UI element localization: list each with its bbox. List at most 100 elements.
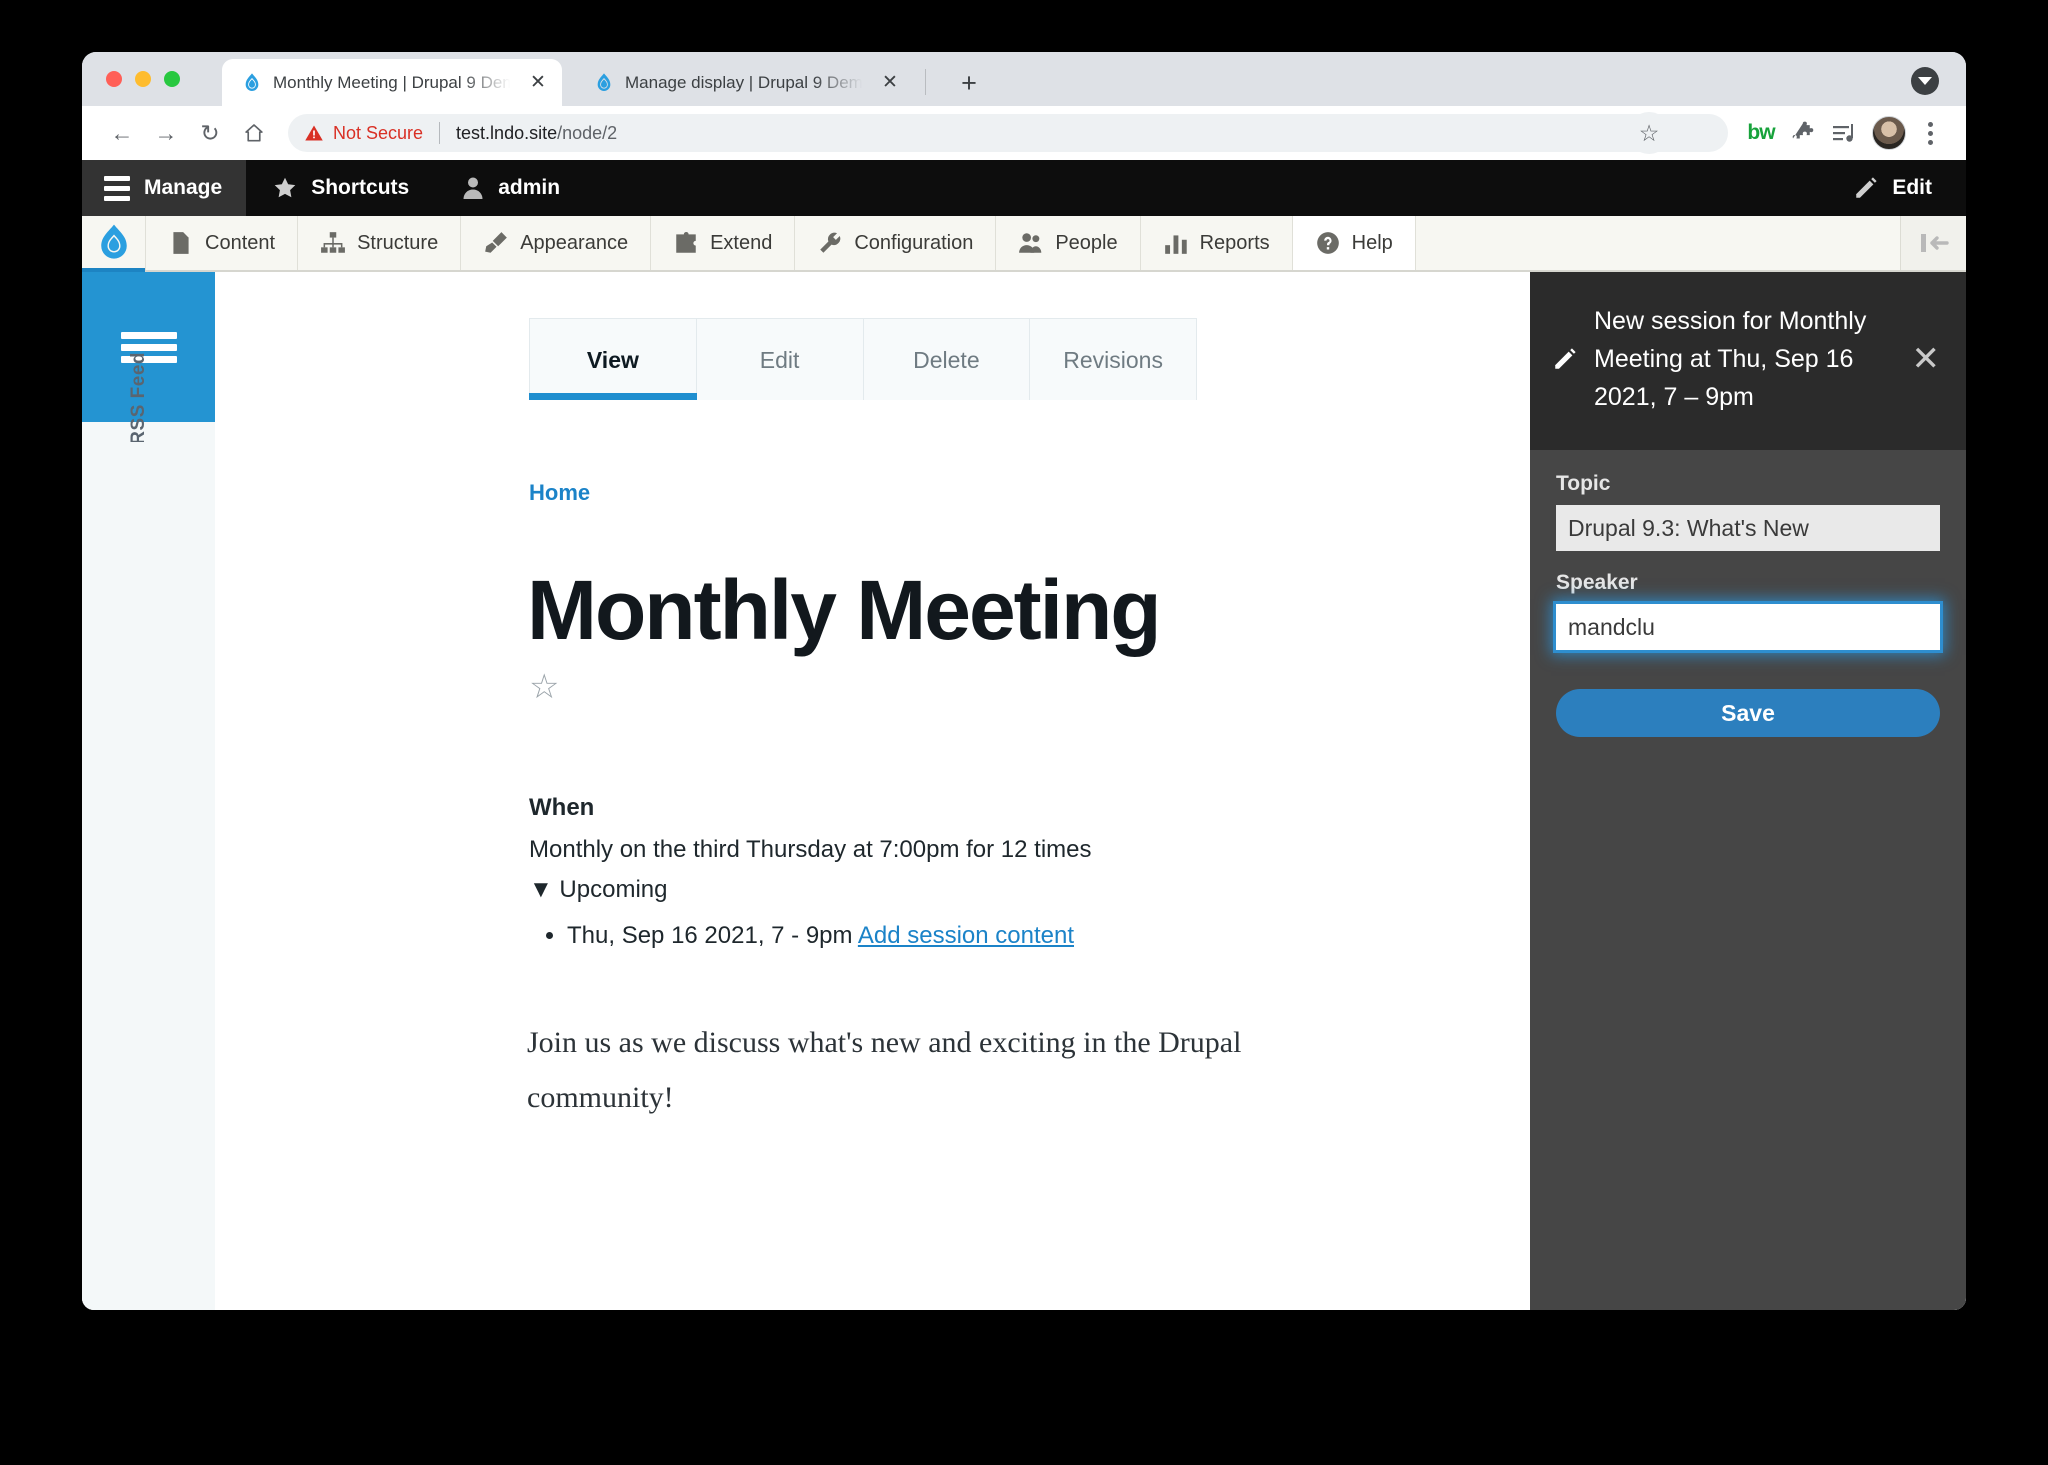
pencil-icon: [1856, 177, 1877, 198]
menu-dot: [1927, 121, 1933, 127]
flag-star-icon[interactable]: ☆: [529, 670, 1530, 704]
settings-tray-body: Topic Speaker Save: [1530, 450, 1966, 737]
drupal-drop-icon: [244, 71, 260, 92]
menu-item-extend[interactable]: Extend: [651, 216, 796, 270]
back-button[interactable]: ←: [100, 111, 144, 155]
drupal-drop-icon: [100, 224, 127, 259]
browser-window: Monthly Meeting | Drupal 9 Dem ✕ Manage …: [82, 52, 1966, 1310]
upcoming-list: Thu, Sep 16 2021, 7 - 9pm Add session co…: [567, 918, 1530, 954]
admin-shortcuts-tab[interactable]: Shortcuts: [246, 160, 435, 216]
admin-manage-tab[interactable]: Manage: [82, 160, 247, 216]
close-icon[interactable]: ✕: [1908, 342, 1945, 376]
sitemap-icon: [321, 232, 345, 253]
contextual-edit-button[interactable]: Edit: [1819, 160, 1966, 216]
reload-button[interactable]: ↻: [188, 111, 232, 155]
page-body: RSS Feed View Edit Delete Revisions Home…: [82, 272, 1966, 1310]
security-status-label: Not Secure: [333, 122, 424, 143]
puzzle-extensions-icon[interactable]: [1782, 112, 1824, 154]
bookmark-star-icon[interactable]: ☆: [1628, 112, 1670, 154]
wrench-icon: [820, 232, 841, 253]
menu-dot: [1927, 139, 1933, 145]
puzzle-icon: [1792, 121, 1814, 139]
drupal-drop-icon: [596, 71, 612, 92]
menu-item-help[interactable]: Help: [1292, 216, 1416, 270]
upcoming-toggle[interactable]: ▼ Upcoming: [529, 876, 1530, 904]
browser-tab-2[interactable]: Manage display | Drupal 9 Dem ✕: [574, 59, 914, 106]
puzzle-icon: [676, 231, 696, 253]
media-playlist-icon[interactable]: [1824, 112, 1866, 154]
browser-tab-2-title: Manage display | Drupal 9 Dem: [625, 72, 863, 92]
tab-view[interactable]: View: [529, 318, 697, 400]
maximize-window-button[interactable]: [164, 71, 180, 87]
tab-edit[interactable]: Edit: [696, 318, 864, 400]
settings-tray-title: New session for Monthly Meeting at Thu, …: [1594, 307, 1867, 411]
session-date: Thu, Sep 16 2021, 7 - 9pm: [567, 922, 853, 949]
question-circle-icon: [1316, 232, 1339, 254]
home-button[interactable]: [232, 111, 276, 155]
menu-item-structure[interactable]: Structure: [298, 216, 462, 270]
add-session-content-link[interactable]: Add session content: [858, 922, 1074, 949]
rss-feed-label[interactable]: RSS Feed: [128, 352, 150, 442]
menu-item-configuration-label: Configuration: [854, 231, 974, 254]
drupal-menu-bar: Content Structure Appearance Extend Conf…: [82, 216, 1966, 272]
breadcrumb[interactable]: Home: [529, 480, 1530, 506]
menu-item-reports-label: Reports: [1199, 231, 1270, 254]
omnibox-divider: [439, 122, 441, 144]
menu-item-help-label: Help: [1351, 231, 1393, 254]
home-icon: [245, 124, 263, 142]
menu-item-appearance-label: Appearance: [520, 231, 629, 254]
close-window-button[interactable]: [106, 71, 122, 87]
tab-search-icon[interactable]: [1911, 67, 1939, 95]
recurrence-text: Monthly on the third Thursday at 7:00pm …: [529, 836, 1092, 863]
main-content: View Edit Delete Revisions Home Monthly …: [215, 272, 1530, 1310]
address-bar[interactable]: Not Secure test.lndo.site/node/2: [288, 114, 1728, 152]
admin-manage-label: Manage: [144, 176, 223, 199]
menu-item-people[interactable]: People: [996, 216, 1141, 270]
menu-item-people-label: People: [1055, 231, 1118, 254]
menu-item-reports[interactable]: Reports: [1141, 216, 1293, 270]
browser-tab-1[interactable]: Monthly Meeting | Drupal 9 Dem ✕: [222, 59, 562, 106]
bar-chart-icon: [1164, 235, 1187, 254]
topic-label: Topic: [1556, 472, 1611, 495]
admin-account-label: admin: [498, 176, 561, 199]
browser-tab-2-close-icon[interactable]: ✕: [878, 71, 902, 95]
tab-revisions[interactable]: Revisions: [1030, 318, 1197, 400]
left-rail: RSS Feed: [82, 272, 215, 1310]
tab-separator: [925, 69, 926, 95]
playlist-icon: [1833, 124, 1853, 142]
forward-button[interactable]: →: [144, 111, 188, 155]
settings-tray-header: New session for Monthly Meeting at Thu, …: [1530, 272, 1966, 450]
hamburger-icon: [104, 175, 130, 201]
admin-account-tab[interactable]: admin: [435, 160, 586, 216]
drupal-logo[interactable]: [82, 216, 146, 272]
browser-tab-1-title: Monthly Meeting | Drupal 9 Dem: [273, 72, 515, 92]
warning-triangle-icon: [305, 125, 323, 141]
tab-delete[interactable]: Delete: [863, 318, 1031, 400]
minimize-window-button[interactable]: [135, 71, 151, 87]
page-title: Monthly Meeting: [527, 563, 1162, 657]
url-path: /node/2: [557, 122, 618, 143]
browser-tab-1-close-icon[interactable]: ✕: [526, 71, 550, 95]
star-icon: [274, 177, 296, 198]
file-icon: [173, 232, 189, 254]
menu-item-configuration[interactable]: Configuration: [795, 216, 997, 270]
chrome-menu-button[interactable]: [1912, 121, 1948, 145]
list-item: Thu, Sep 16 2021, 7 - 9pm Add session co…: [567, 918, 1530, 954]
security-status[interactable]: Not Secure: [304, 123, 423, 144]
collapse-left-icon: [1920, 234, 1949, 252]
menu-item-extend-label: Extend: [710, 231, 773, 254]
new-tab-button[interactable]: +: [952, 66, 986, 100]
bw-extension-icon[interactable]: bw: [1740, 112, 1782, 154]
user-icon: [463, 177, 483, 199]
save-button[interactable]: Save: [1556, 689, 1940, 737]
chevron-down-icon: [1918, 77, 1932, 85]
avatar[interactable]: [1872, 116, 1906, 150]
topic-input[interactable]: [1556, 505, 1940, 551]
menu-item-content[interactable]: Content: [146, 216, 299, 270]
url-host: test.lndo.site: [456, 122, 558, 143]
speaker-input[interactable]: [1556, 604, 1940, 650]
paintbrush-icon: [485, 232, 508, 253]
toolbar-collapse-button[interactable]: [1900, 216, 1966, 270]
menu-item-appearance[interactable]: Appearance: [461, 216, 652, 270]
when-heading: When: [529, 794, 595, 821]
